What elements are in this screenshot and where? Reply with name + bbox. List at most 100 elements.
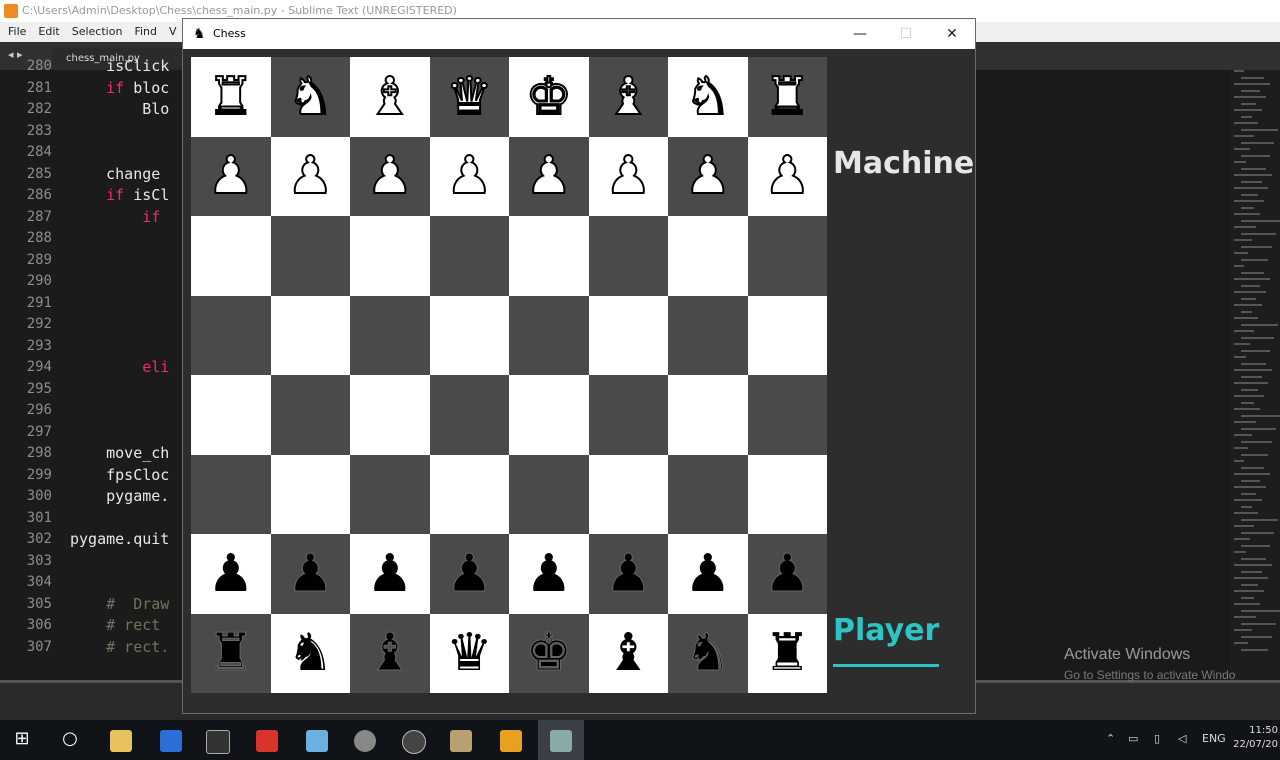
file-explorer-icon[interactable] [110, 730, 132, 752]
board-square[interactable]: ♟ [270, 136, 350, 216]
white-piece[interactable]: ♟ [683, 149, 732, 203]
board-square[interactable]: ♟ [350, 534, 430, 614]
board-square[interactable] [270, 295, 350, 375]
board-square[interactable] [747, 295, 827, 375]
board-square[interactable] [429, 454, 509, 534]
white-piece[interactable]: ♟ [445, 149, 494, 203]
board-square[interactable] [350, 216, 430, 296]
board-square[interactable]: ♛ [429, 57, 509, 137]
sublime-taskbar-icon[interactable] [500, 730, 522, 752]
chess-board[interactable]: ♜ ♞ ♝ ♛ ♚ ♝ ♞ ♜ ♟ ♟ ♟ ♟ ♟ ♟ ♟ ♟ ♟ ♟ ♟ ♟ ♟ ♟ ♟ ♟ ♜ ♞ ♝ ♛ ♚ ♝ ♞ ♜ [191, 57, 827, 693]
board-square[interactable]: ♟ [588, 136, 668, 216]
board-square[interactable] [588, 454, 668, 534]
board-square[interactable] [668, 454, 748, 534]
black-piece[interactable]: ♟ [763, 547, 811, 600]
app-icon-lightblue[interactable] [306, 730, 328, 752]
board-square[interactable]: ♝ [350, 613, 430, 693]
tray-battery-icon[interactable]: ▯ [1154, 732, 1160, 745]
board-square[interactable]: ♟ [509, 136, 589, 216]
board-square[interactable] [509, 375, 589, 455]
black-piece[interactable]: ♜ [207, 627, 255, 680]
board-square[interactable] [588, 375, 668, 455]
board-square[interactable] [350, 295, 430, 375]
white-piece[interactable]: ♟ [206, 149, 255, 203]
tray-volume-icon[interactable]: ◁ [1178, 732, 1186, 745]
white-piece[interactable]: ♞ [683, 70, 732, 124]
white-piece[interactable]: ♝ [365, 70, 414, 124]
board-square[interactable]: ♞ [270, 613, 350, 693]
board-square[interactable]: ♟ [509, 534, 589, 614]
app-icon-gray[interactable] [354, 730, 376, 752]
board-square[interactable] [509, 295, 589, 375]
board-square[interactable] [191, 216, 271, 296]
menu-item[interactable]: Edit [38, 25, 59, 38]
minimize-button[interactable]: — [837, 19, 883, 49]
board-square[interactable]: ♟ [747, 136, 827, 216]
terminal-icon[interactable] [206, 730, 230, 754]
board-square[interactable]: ♛ [429, 613, 509, 693]
chess-taskbar-active[interactable] [538, 720, 584, 760]
menu-item[interactable]: V [169, 25, 177, 38]
board-square[interactable] [191, 454, 271, 534]
board-square[interactable] [747, 375, 827, 455]
menu-item[interactable]: Find [134, 25, 157, 38]
board-square[interactable] [668, 375, 748, 455]
tray-language[interactable]: ENG [1202, 732, 1226, 745]
chrome-icon[interactable] [402, 730, 426, 754]
board-square[interactable]: ♜ [747, 613, 827, 693]
white-piece[interactable]: ♟ [604, 149, 653, 203]
app-icon-blue[interactable] [160, 730, 182, 752]
white-piece[interactable]: ♛ [445, 70, 494, 124]
white-piece[interactable]: ♜ [763, 70, 812, 124]
board-square[interactable] [429, 216, 509, 296]
board-square[interactable] [668, 216, 748, 296]
board-square[interactable]: ♟ [429, 534, 509, 614]
board-square[interactable] [747, 216, 827, 296]
board-square[interactable] [747, 454, 827, 534]
close-button[interactable]: ✕ [929, 19, 975, 49]
board-square[interactable]: ♟ [747, 534, 827, 614]
board-square[interactable] [588, 295, 668, 375]
board-square[interactable] [270, 454, 350, 534]
black-piece[interactable]: ♞ [684, 627, 732, 680]
board-square[interactable] [350, 375, 430, 455]
board-square[interactable]: ♜ [191, 613, 271, 693]
board-square[interactable]: ♞ [668, 613, 748, 693]
black-piece[interactable]: ♟ [366, 548, 413, 600]
black-piece[interactable]: ♟ [525, 548, 572, 600]
board-square[interactable]: ♟ [668, 136, 748, 216]
board-square[interactable]: ♞ [668, 57, 748, 137]
black-piece[interactable]: ♟ [684, 548, 731, 600]
board-square[interactable]: ♞ [270, 57, 350, 137]
board-square[interactable] [668, 295, 748, 375]
black-piece[interactable]: ♟ [445, 547, 493, 600]
board-square[interactable]: ♟ [191, 136, 271, 216]
search-icon[interactable]: ○ [58, 728, 82, 749]
board-square[interactable] [588, 216, 668, 296]
board-square[interactable] [509, 454, 589, 534]
black-piece[interactable]: ♛ [446, 627, 493, 679]
board-square[interactable] [191, 295, 271, 375]
board-square[interactable] [429, 295, 509, 375]
board-square[interactable]: ♟ [668, 534, 748, 614]
black-piece[interactable]: ♝ [366, 627, 414, 680]
board-square[interactable] [350, 454, 430, 534]
black-piece[interactable]: ♚ [525, 627, 573, 680]
board-square[interactable]: ♟ [270, 534, 350, 614]
white-piece[interactable]: ♞ [286, 70, 335, 124]
menu-item[interactable]: File [8, 25, 26, 38]
white-piece[interactable]: ♚ [524, 70, 573, 124]
board-square[interactable]: ♚ [509, 57, 589, 137]
white-piece[interactable]: ♟ [286, 149, 335, 203]
board-square[interactable]: ♝ [588, 613, 668, 693]
taskbar-clock[interactable]: 11:50 22/07/20 [1232, 724, 1278, 752]
board-square[interactable]: ♟ [191, 534, 271, 614]
board-square[interactable]: ♟ [350, 136, 430, 216]
fx-app-icon[interactable] [256, 730, 278, 752]
board-square[interactable]: ♟ [588, 534, 668, 614]
black-piece[interactable]: ♟ [286, 547, 334, 600]
black-piece[interactable]: ♟ [207, 548, 254, 600]
board-square[interactable] [509, 216, 589, 296]
black-piece[interactable]: ♜ [764, 627, 811, 679]
board-square[interactable]: ♜ [191, 57, 271, 137]
